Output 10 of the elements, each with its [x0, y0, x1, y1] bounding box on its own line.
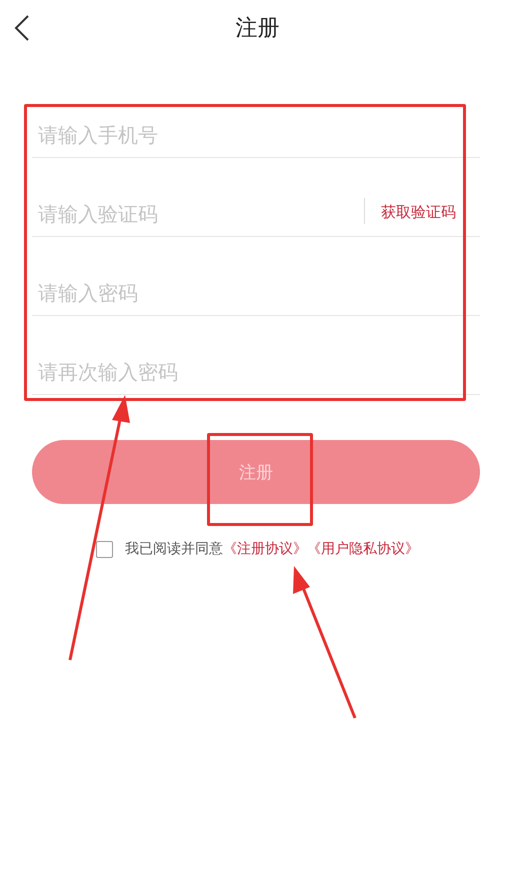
- get-code-button[interactable]: 获取验证码: [381, 203, 480, 226]
- input-field[interactable]: 请输入手机号: [32, 123, 480, 147]
- agreement-text: 我已阅读并同意: [125, 540, 223, 558]
- input-field[interactable]: 请输入密码: [32, 281, 480, 305]
- agreement-link[interactable]: 《用户隐私协议》: [307, 540, 419, 558]
- input-field[interactable]: 请输入验证码: [32, 202, 364, 226]
- agree-checkbox[interactable]: [96, 540, 113, 558]
- page-title: 注册: [236, 15, 280, 43]
- input-field[interactable]: 请再次输入密码: [32, 360, 480, 384]
- agreement-link[interactable]: 《注册协议》: [223, 540, 307, 558]
